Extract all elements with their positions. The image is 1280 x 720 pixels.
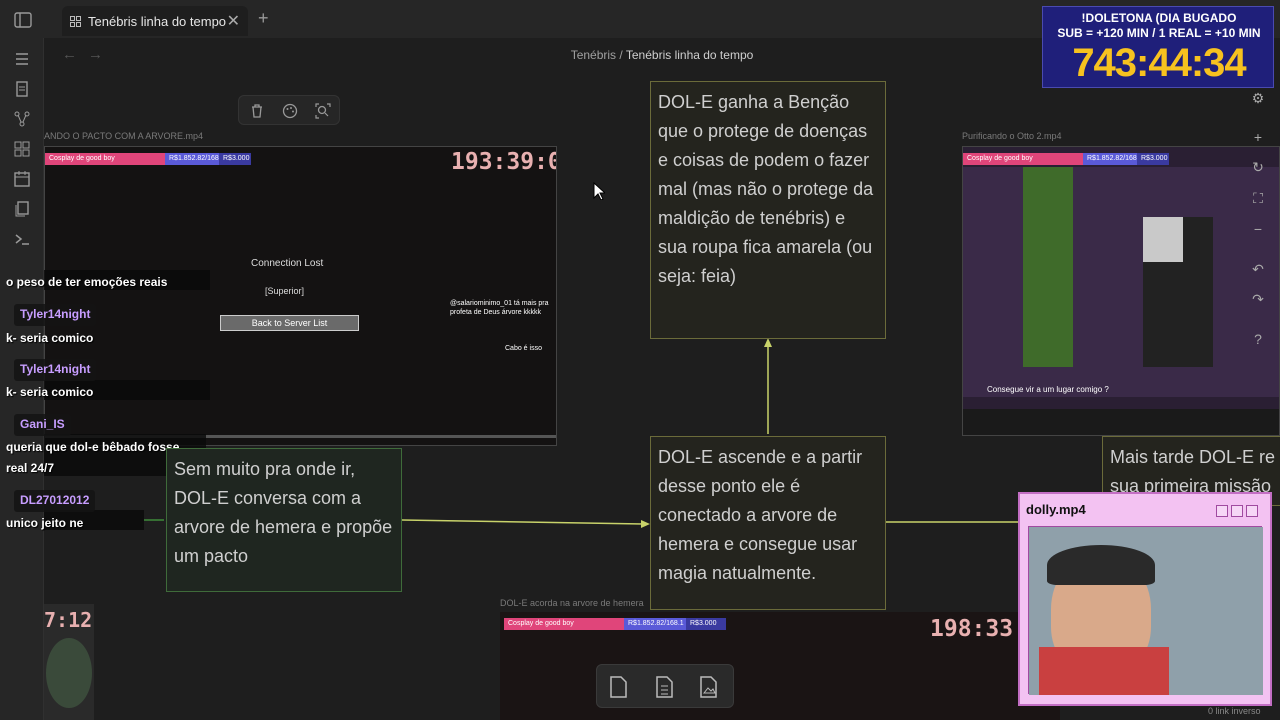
webcam-title: dolly.mp4: [1026, 502, 1086, 517]
superior-text: [Superior]: [265, 286, 305, 296]
sidebar-toggle-icon[interactable]: [14, 12, 32, 28]
backlink-count[interactable]: 0 link inverso: [1208, 706, 1261, 716]
file-explorer-icon[interactable]: [13, 50, 31, 68]
canvas-icon: [70, 16, 81, 27]
card-pacto[interactable]: Sem muito pra onde ir, DOL-E conversa co…: [166, 448, 402, 592]
edge-pacto-ascende: [401, 519, 645, 525]
video-file-label: DOL-E acorda na arvore de hemera: [500, 598, 644, 608]
canvas-view-icon[interactable]: [13, 140, 31, 158]
breadcrumb-current[interactable]: Tenébris linha do tempo: [626, 48, 753, 62]
card-toolbar: [238, 95, 340, 125]
obsidian-window: Tenébris linha do tempo ✕ + ← → Tenébris…: [0, 0, 1280, 720]
card-bencao[interactable]: DOL-E ganha a Benção que o protege de do…: [650, 81, 886, 339]
reset-zoom-icon[interactable]: ↻: [1250, 159, 1266, 175]
connection-lost-text: Connection Lost: [251, 258, 324, 269]
video-file-label: Purificando o Otto 2.mp4: [962, 131, 1062, 141]
add-card-icon[interactable]: [607, 675, 629, 699]
close-tab-icon[interactable]: ✕: [227, 11, 240, 31]
character-mask: [1143, 217, 1183, 262]
counter-time: 743:44:34: [1072, 41, 1246, 85]
palette-icon[interactable]: [282, 103, 298, 119]
zoom-out-icon[interactable]: −: [1250, 221, 1266, 237]
chat-message: queria que dol-e bêbado fosse: [6, 440, 180, 454]
chat-username: Gani_IS: [14, 414, 71, 436]
redo-icon[interactable]: ↷: [1250, 291, 1266, 307]
tab-timeline[interactable]: Tenébris linha do tempo ✕: [62, 6, 248, 36]
stream-bar-right: R$3.000: [686, 618, 726, 630]
close-icon[interactable]: [1246, 505, 1258, 517]
video-file-label: ANDO O PACTO COM A ARVORE.mp4: [44, 131, 204, 141]
terminal-icon[interactable]: [13, 230, 31, 248]
person-shirt: [1039, 647, 1169, 695]
webcam-window[interactable]: dolly.mp4: [1018, 492, 1272, 706]
edge-arrowhead: [641, 520, 650, 528]
chat-message: o peso de ter emoções reais: [6, 275, 168, 289]
zoom-in-icon[interactable]: +: [1250, 129, 1266, 145]
help-icon[interactable]: ?: [1250, 331, 1266, 347]
stream-bar-left: Cosplay de good boy: [963, 153, 1083, 165]
add-note-icon[interactable]: [653, 675, 675, 699]
stream-timer: 193:39:06: [451, 149, 556, 175]
chat-message: k- seria comico: [6, 385, 94, 399]
person-hair: [1047, 545, 1155, 585]
counter-rules: SUB = +120 MIN / 1 REAL = +10 MIN: [1057, 26, 1261, 40]
chat-username: DL27012012: [14, 490, 96, 512]
stream-bar-mid: R$1.852.82/168.1: [1083, 153, 1145, 165]
mouse-cursor-icon: [593, 182, 605, 200]
webcam-feed: [1028, 526, 1263, 695]
video-otto[interactable]: Cosplay de good boy R$1.852.82/168.1 R$3…: [962, 146, 1280, 436]
minimap: [46, 638, 92, 708]
chat-username: Tyler14night: [14, 359, 97, 381]
add-media-icon[interactable]: [697, 675, 719, 699]
game-scene: [963, 167, 1279, 397]
calendar-icon[interactable]: [13, 170, 31, 188]
video-small-left[interactable]: 7:12: [44, 604, 94, 720]
new-tab-button[interactable]: +: [258, 8, 269, 29]
chat-message: k- seria comico: [6, 331, 94, 345]
card-ascende[interactable]: DOL-E ascende e a partir desse ponto ele…: [650, 436, 886, 610]
stream-bar-left: Cosplay de good boy: [45, 153, 165, 165]
video-controls[interactable]: [963, 409, 1279, 435]
fit-view-icon[interactable]: ⛶: [1250, 190, 1266, 206]
breadcrumb-separator: /: [619, 48, 623, 62]
subathon-counter: !DOLETONA (DIA BUGADO SUB = +120 MIN / 1…: [1042, 6, 1274, 88]
game-subtitle: Consegue vir a um lugar comigo ?: [987, 385, 1109, 394]
chat-message: real 24/7: [6, 461, 55, 475]
canvas-bottom-toolbar: [596, 664, 734, 708]
back-to-server-button[interactable]: Back to Server List: [220, 315, 359, 331]
counter-title: !DOLETONA (DIA BUGADO: [1081, 11, 1237, 25]
video-pacto[interactable]: Cosplay de good boy R$1.852.82/168.1 R$3…: [44, 146, 557, 446]
stream-bar-mid: R$1.852.82/168.1: [165, 153, 227, 165]
graph-view-icon[interactable]: [13, 110, 31, 128]
trash-icon[interactable]: [249, 103, 265, 119]
minimize-icon[interactable]: [1216, 505, 1228, 517]
stream-bar-mid: R$1.852.82/168.1: [624, 618, 686, 630]
chat-message: unico jeito ne: [6, 516, 84, 530]
stream-bar-left: Cosplay de good boy: [504, 618, 624, 630]
zoom-to-selection-icon[interactable]: [315, 103, 331, 119]
edge-arrowhead: [764, 338, 772, 347]
video-acorda[interactable]: Cosplay de good boy R$1.852.82/168.1 R$3…: [500, 612, 1060, 720]
stream-bar-right: R$3.000: [1137, 153, 1169, 165]
tab-title: Tenébris linha do tempo: [88, 14, 227, 29]
stream-chat-2: Cabo é isso: [505, 345, 542, 352]
vine: [1023, 167, 1073, 367]
breadcrumb-parent[interactable]: Tenébris: [571, 48, 616, 62]
chat-username: Tyler14night: [14, 304, 97, 326]
stream-timer: 7:12: [44, 608, 93, 632]
note-icon[interactable]: [13, 80, 31, 98]
stream-bar-right: R$3.000: [219, 153, 251, 165]
maximize-icon[interactable]: [1231, 505, 1243, 517]
settings-icon[interactable]: ⚙: [1250, 90, 1266, 106]
copy-icon[interactable]: [13, 200, 31, 218]
stream-chat-1: @salariominimo_01 tá mais pra profeta de…: [450, 300, 549, 316]
undo-icon[interactable]: ↶: [1250, 261, 1266, 277]
